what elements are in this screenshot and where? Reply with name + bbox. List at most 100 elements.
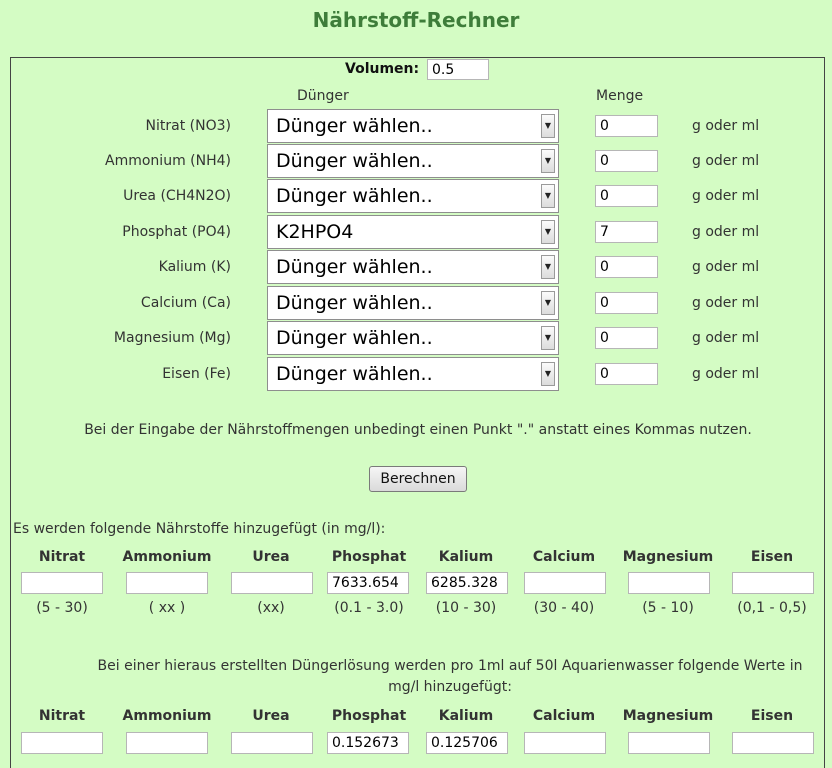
nutrient-row-nitrat: Nitrat (NO3) Dünger wählen.. ▼ g oder ml — [0, 109, 832, 143]
range-nitrat: (5 - 30) — [36, 600, 88, 616]
dropdown-arrow-icon: ▼ — [541, 362, 555, 386]
added-value-ammonium[interactable] — [126, 572, 208, 594]
select-value: Dünger wählen.. — [276, 150, 433, 172]
fertilizer-select-ammonium[interactable]: Dünger wählen.. ▼ — [267, 144, 559, 178]
added-value-eisen[interactable] — [732, 572, 814, 594]
dropdown-arrow-icon: ▼ — [541, 114, 555, 138]
volume-input[interactable] — [427, 59, 489, 80]
nutrient-label: Kalium (K) — [158, 259, 231, 275]
dropdown-arrow-icon: ▼ — [541, 255, 555, 279]
select-value: Dünger wählen.. — [276, 256, 433, 278]
amount-input-ammonium[interactable] — [595, 150, 658, 172]
added-header-magnesium: Magnesium — [622, 549, 714, 565]
dropdown-arrow-icon: ▼ — [541, 326, 555, 350]
added-header-nitrat: Nitrat — [38, 549, 86, 565]
range-calcium: (30 - 40) — [533, 600, 595, 616]
fertilizer-select-calcium[interactable]: Dünger wählen.. ▼ — [267, 286, 559, 320]
added-value-calcium[interactable] — [524, 572, 606, 594]
range-eisen: (0,1 - 0,5) — [737, 600, 807, 616]
nutrient-label: Phosphat (PO4) — [122, 224, 231, 240]
volume-label: Volumen: — [345, 61, 420, 77]
unit-label: g oder ml — [692, 259, 760, 275]
solution-header-magnesium: Magnesium — [622, 708, 714, 724]
amount-input-phosphat[interactable] — [595, 221, 658, 243]
page-title: Nährstoff-Rechner — [312, 8, 520, 32]
range-kalium: (10 - 30) — [435, 600, 497, 616]
solution-header-kalium: Kalium — [438, 708, 494, 724]
added-header-eisen: Eisen — [750, 549, 794, 565]
range-phosphat: (0.1 - 3.0) — [334, 600, 404, 616]
solution-value-ammonium[interactable] — [126, 732, 208, 754]
added-value-nitrat[interactable] — [21, 572, 103, 594]
added-value-phosphat[interactable] — [327, 572, 409, 594]
added-value-urea[interactable] — [231, 572, 313, 594]
amount-input-calcium[interactable] — [595, 292, 658, 314]
nutrient-label: Urea (CH4N2O) — [123, 188, 231, 204]
solution-header-nitrat: Nitrat — [38, 708, 86, 724]
fertilizer-select-phosphat[interactable]: K2HPO4 ▼ — [267, 215, 559, 249]
select-value: Dünger wählen.. — [276, 115, 433, 137]
unit-label: g oder ml — [692, 118, 760, 134]
solution-header-urea: Urea — [252, 708, 290, 724]
fertilizer-select-kalium[interactable]: Dünger wählen.. ▼ — [267, 250, 559, 284]
fertilizer-select-nitrat[interactable]: Dünger wählen.. ▼ — [267, 109, 559, 143]
unit-label: g oder ml — [692, 224, 760, 240]
range-urea: (xx) — [257, 600, 285, 616]
unit-label: g oder ml — [692, 366, 760, 382]
amount-column-header: Menge — [596, 88, 644, 104]
select-value: Dünger wählen.. — [276, 327, 433, 349]
fertilizer-select-magnesium[interactable]: Dünger wählen.. ▼ — [267, 321, 559, 355]
solution-value-urea[interactable] — [231, 732, 313, 754]
solution-value-kalium[interactable] — [426, 732, 508, 754]
select-value: Dünger wählen.. — [276, 363, 433, 385]
nutrient-row-eisen: Eisen (Fe) Dünger wählen.. ▼ g oder ml — [0, 357, 832, 391]
fertilizer-select-eisen[interactable]: Dünger wählen.. ▼ — [267, 357, 559, 391]
calculate-button[interactable]: Berechnen — [369, 466, 467, 492]
nutrient-row-kalium: Kalium (K) Dünger wählen.. ▼ g oder ml — [0, 250, 832, 284]
added-nutrients-title: Es werden folgende Nährstoffe hinzugefüg… — [13, 521, 386, 537]
nutrient-row-magnesium: Magnesium (Mg) Dünger wählen.. ▼ g oder m… — [0, 321, 832, 355]
added-value-kalium[interactable] — [426, 572, 508, 594]
unit-label: g oder ml — [692, 295, 760, 311]
nutrient-label: Ammonium (NH4) — [105, 153, 231, 169]
unit-label: g oder ml — [692, 188, 760, 204]
decimal-point-note: Bei der Eingabe der Nährstoffmengen unbe… — [84, 422, 752, 438]
nutrient-label: Magnesium (Mg) — [113, 330, 231, 346]
amount-input-urea[interactable] — [595, 185, 658, 207]
select-value: Dünger wählen.. — [276, 185, 433, 207]
solution-value-eisen[interactable] — [732, 732, 814, 754]
nutrient-label: Nitrat (NO3) — [145, 118, 231, 134]
dropdown-arrow-icon: ▼ — [541, 149, 555, 173]
amount-input-magnesium[interactable] — [595, 327, 658, 349]
added-value-magnesium[interactable] — [628, 572, 710, 594]
select-value: K2HPO4 — [276, 221, 354, 243]
solution-header-calcium: Calcium — [532, 708, 596, 724]
solution-value-magnesium[interactable] — [628, 732, 710, 754]
fertilizer-column-header: Dünger — [297, 88, 349, 104]
dropdown-arrow-icon: ▼ — [541, 291, 555, 315]
added-header-calcium: Calcium — [532, 549, 596, 565]
solution-value-phosphat[interactable] — [327, 732, 409, 754]
solution-header-eisen: Eisen — [750, 708, 794, 724]
amount-input-kalium[interactable] — [595, 256, 658, 278]
solution-header-ammonium: Ammonium — [122, 708, 212, 724]
amount-input-eisen[interactable] — [595, 363, 658, 385]
solution-value-nitrat[interactable] — [21, 732, 103, 754]
added-header-phosphat: Phosphat — [331, 549, 407, 565]
nutrient-row-urea: Urea (CH4N2O) Dünger wählen.. ▼ g oder ml — [0, 179, 832, 213]
select-value: Dünger wählen.. — [276, 292, 433, 314]
added-header-urea: Urea — [252, 549, 290, 565]
nutrient-label: Eisen (Fe) — [162, 366, 231, 382]
solution-value-calcium[interactable] — [524, 732, 606, 754]
solution-header-phosphat: Phosphat — [331, 708, 407, 724]
unit-label: g oder ml — [692, 330, 760, 346]
dropdown-arrow-icon: ▼ — [541, 220, 555, 244]
fertilizer-select-urea[interactable]: Dünger wählen.. ▼ — [267, 179, 559, 213]
unit-label: g oder ml — [692, 153, 760, 169]
solution-note: Bei einer hieraus erstellten Düngerlösun… — [97, 658, 803, 695]
amount-input-nitrat[interactable] — [595, 115, 658, 137]
range-magnesium: (5 - 10) — [642, 600, 694, 616]
dropdown-arrow-icon: ▼ — [541, 184, 555, 208]
nutrient-label: Calcium (Ca) — [140, 295, 231, 311]
added-header-ammonium: Ammonium — [122, 549, 212, 565]
